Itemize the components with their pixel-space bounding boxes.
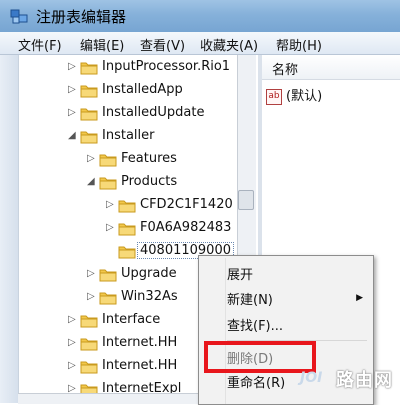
folder-icon (80, 62, 98, 75)
tree-node-label: InstalledUpdate (102, 105, 205, 120)
column-header-name[interactable]: 名称 (262, 55, 400, 80)
tree-node-label: Products (121, 174, 178, 189)
menu-item-rename[interactable]: 重命名(R) (227, 372, 285, 391)
tree-node-label: Installer (102, 128, 155, 143)
tree-node-label: Win32As (121, 289, 178, 304)
folder-icon (118, 246, 136, 259)
expand-arrow-icon[interactable]: ▷ (68, 360, 76, 371)
scrollbar-thumb[interactable] (238, 190, 254, 210)
menu-item-expand[interactable]: 展开 (227, 264, 253, 283)
expand-arrow-icon[interactable]: ▷ (106, 199, 114, 210)
tree-node-label: Internet.HH (102, 335, 178, 350)
expand-arrow-icon[interactable]: ▷ (68, 61, 76, 72)
submenu-arrow-icon: ▶ (356, 293, 363, 303)
tree-node-label: Interface (102, 312, 161, 327)
folder-icon (99, 292, 117, 305)
tree-node-label: CFD2C1F1420 (140, 197, 233, 212)
window-title: 注册表编辑器 (36, 8, 127, 26)
title-bar: 注册表编辑器 (0, 0, 400, 32)
folder-icon (80, 108, 98, 121)
expand-arrow-icon[interactable]: ▷ (106, 222, 114, 233)
expand-arrow-icon[interactable]: ▷ (68, 107, 76, 118)
delete-highlight-box (204, 341, 316, 373)
folder-icon (80, 315, 98, 328)
watermark-prefix: JOI (300, 370, 323, 386)
value-row-default[interactable]: ab (默认) (266, 85, 323, 105)
menu-bar: 文件(F) 编辑(E) 查看(V) 收藏夹(A) 帮助(H) (0, 32, 400, 55)
column-header-label: 名称 (272, 63, 299, 78)
menu-edit[interactable]: 编辑(E) (80, 35, 124, 54)
folder-icon (99, 154, 117, 167)
menu-gutter (225, 258, 226, 404)
folder-icon (99, 269, 117, 282)
menu-file[interactable]: 文件(F) (18, 35, 62, 54)
menu-help[interactable]: 帮助(H) (276, 35, 322, 54)
folder-icon (80, 85, 98, 98)
expand-arrow-icon[interactable]: ▷ (87, 153, 95, 164)
watermark: 路由网 (336, 370, 393, 391)
folder-icon (118, 223, 136, 236)
folder-icon (80, 131, 98, 144)
folder-icon (80, 361, 98, 374)
left-frame (0, 55, 18, 403)
menu-item-find[interactable]: 查找(F)... (227, 315, 283, 334)
expand-arrow-icon[interactable]: ▷ (68, 84, 76, 95)
expand-arrow-icon[interactable]: ▷ (87, 268, 95, 279)
tree-node-label: Features (121, 151, 177, 166)
collapse-arrow-icon[interactable]: ◢ (68, 130, 76, 141)
menu-item-new[interactable]: 新建(N) (227, 289, 273, 308)
expand-arrow-icon[interactable]: ▷ (68, 337, 76, 348)
expand-arrow-icon[interactable]: ▷ (87, 291, 95, 302)
collapse-arrow-icon[interactable]: ◢ (87, 176, 95, 187)
folder-icon (99, 177, 117, 190)
tree-node-label: Internet.HH (102, 358, 178, 373)
value-name: (默认) (286, 89, 323, 104)
string-value-icon: ab (266, 88, 282, 105)
registry-editor-icon (10, 9, 28, 24)
menu-favorites[interactable]: 收藏夹(A) (200, 35, 258, 54)
menu-view[interactable]: 查看(V) (140, 35, 185, 54)
tree-node-label: InstalledApp (102, 82, 183, 97)
expand-arrow-icon[interactable]: ▷ (68, 314, 76, 325)
folder-icon (118, 200, 136, 213)
tree-node-label: InputProcessor.Rio1 (102, 59, 231, 74)
tree-node-label: Upgrade (121, 266, 177, 281)
tree-node-label: F0A6A982483 (140, 220, 232, 235)
folder-icon (80, 338, 98, 351)
